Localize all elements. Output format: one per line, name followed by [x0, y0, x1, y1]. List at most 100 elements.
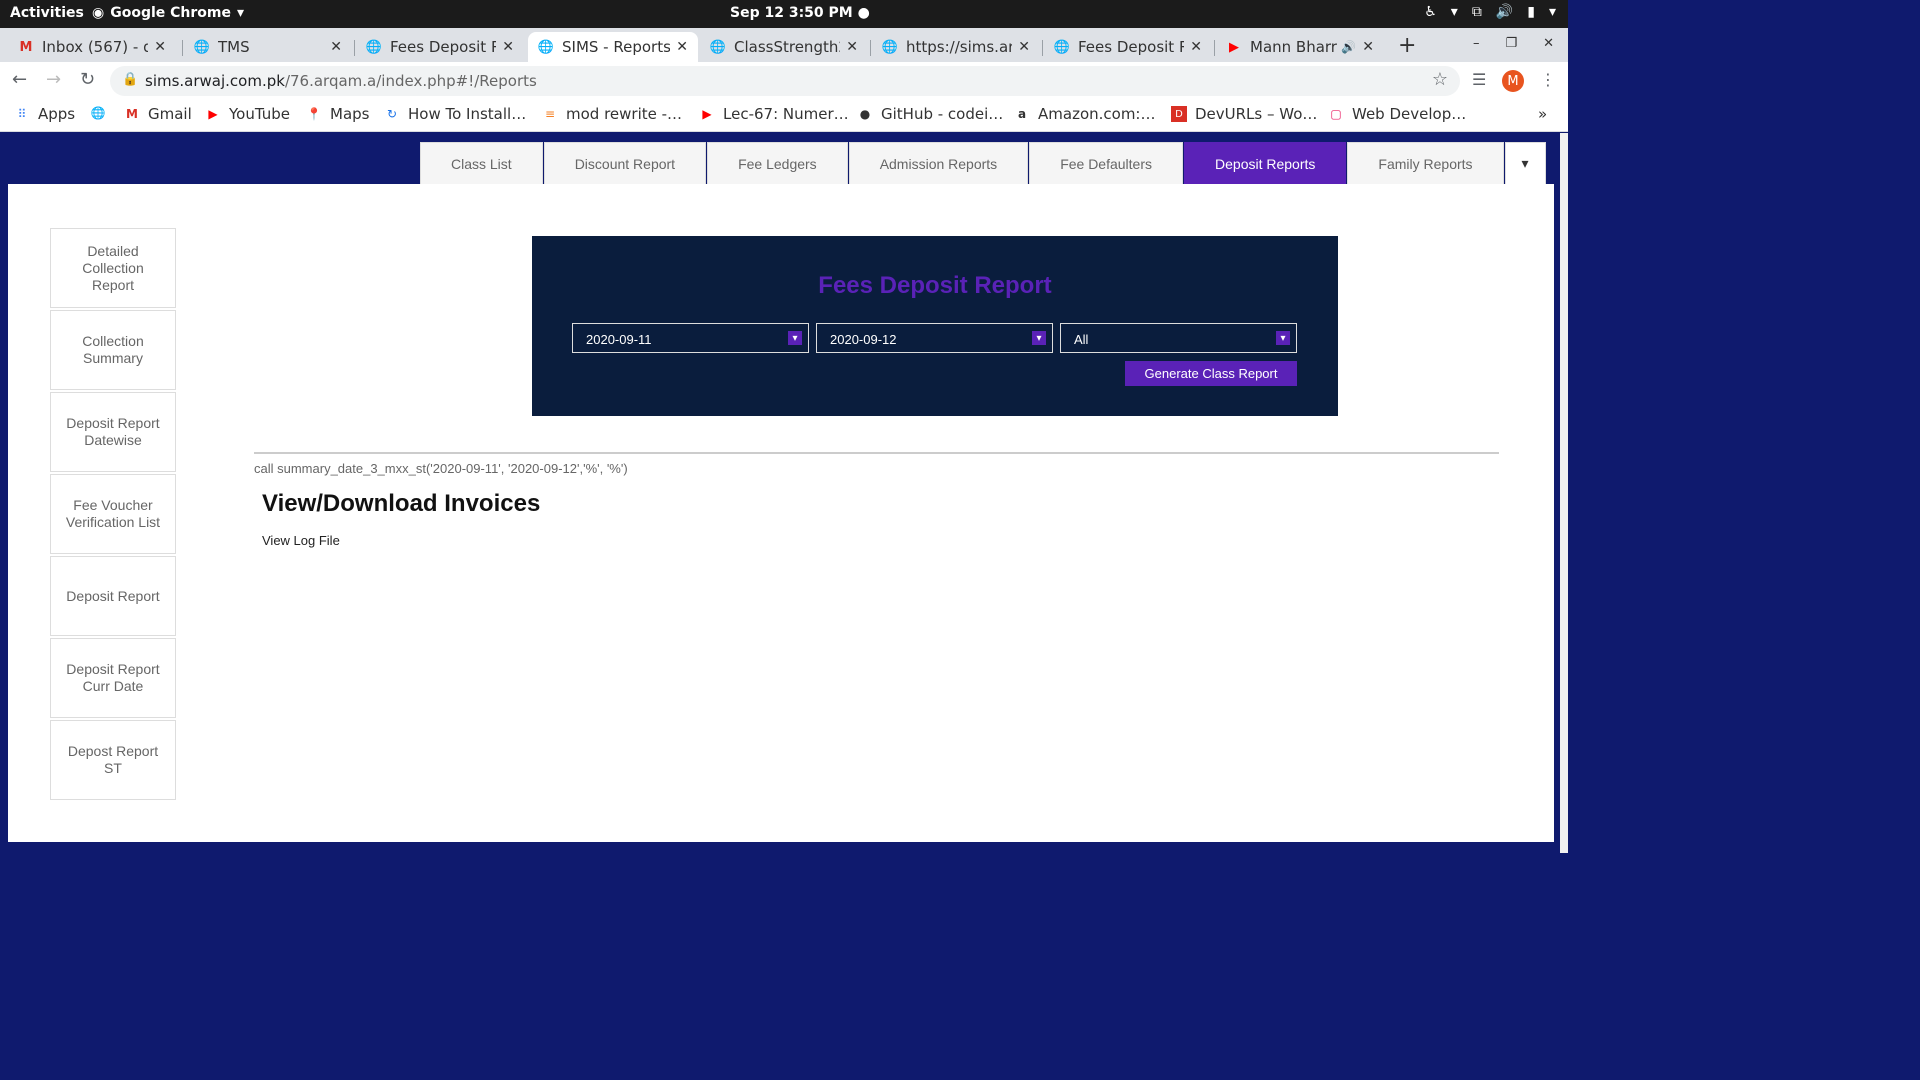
more-menu-icon[interactable]: ⋮ — [1540, 70, 1556, 89]
gmail-icon: M — [126, 107, 138, 121]
network-icon[interactable]: ⧉ — [1472, 4, 1482, 20]
devurls-icon: D — [1171, 106, 1187, 122]
close-icon[interactable]: ✕ — [1018, 39, 1030, 55]
bookmark-lec67[interactable]: ▶ Lec-67: Numer… — [699, 105, 848, 123]
close-icon[interactable]: ✕ — [330, 39, 342, 55]
tab-title: https://sims.ar — [906, 38, 1013, 56]
from-date-select[interactable]: 2020-09-11 ▾ — [572, 323, 809, 353]
sidebar-item-deposit-report-curr-date[interactable]: Deposit Report Curr Date — [50, 638, 176, 718]
activities-button[interactable]: Activities — [10, 5, 84, 21]
maps-pin-icon: 📍 — [306, 107, 322, 121]
tab-title: Fees Deposit R — [1078, 38, 1185, 56]
speaker-icon[interactable]: 🔊 — [1341, 40, 1356, 54]
lock-icon[interactable]: 🔒 — [122, 72, 138, 87]
filter-value: All — [1074, 332, 1089, 347]
browser-tab[interactable]: 🌐 Fees Deposit R ✕ — [356, 32, 524, 62]
battery-icon[interactable]: ▮ — [1527, 4, 1535, 20]
app-menu[interactable]: ◉ Google Chrome ▾ — [92, 5, 244, 21]
bookmarks-bar: ⠿ Apps 🌐 M Gmail ▶ YouTube 📍 Maps ↻ How To In… — [0, 100, 1568, 132]
tabs-dropdown-icon[interactable]: ▾ — [1504, 142, 1546, 184]
divider — [254, 452, 1499, 454]
sidebar-item-deposit-report-datewise[interactable]: Deposit Report Datewise — [50, 392, 176, 472]
report-title: Fees Deposit Report — [818, 272, 1052, 299]
media-control-icon[interactable]: ☰ — [1472, 70, 1486, 89]
restore-icon[interactable]: ❐ — [1505, 36, 1517, 51]
sidebar-item-fee-voucher-verification[interactable]: Fee Voucher Verification List — [50, 474, 176, 554]
accessibility-icon[interactable]: ♿ — [1424, 4, 1437, 20]
new-tab-button[interactable]: + — [1398, 33, 1416, 58]
volume-icon[interactable]: 🔊 — [1496, 4, 1513, 20]
app-name: Google Chrome — [110, 5, 231, 21]
tab-strip: M Inbox (567) - dc ✕ 🌐 TMS ✕ 🌐 Fees Depo… — [0, 28, 1568, 62]
browser-tab[interactable]: ▶ Mann Bharr 🔊 ✕ — [1216, 32, 1384, 62]
tab-admission-reports[interactable]: Admission Reports — [848, 142, 1029, 184]
clock[interactable]: Sep 12 3:50 PM ● — [730, 5, 870, 21]
bookmark-how-to-install[interactable]: ↻ How To Install… — [384, 105, 526, 123]
profile-avatar[interactable]: M — [1502, 70, 1524, 92]
browser-tab[interactable]: 🌐 https://sims.ar ✕ — [872, 32, 1040, 62]
close-icon[interactable]: ✕ — [1190, 39, 1202, 55]
tab-deposit-reports[interactable]: Deposit Reports — [1184, 142, 1347, 184]
sidebar-item-deposit-report[interactable]: Deposit Report — [50, 556, 176, 636]
globe-icon: 🌐 — [193, 39, 211, 55]
view-log-file-link[interactable]: View Log File — [262, 533, 340, 548]
system-tray[interactable]: ♿ ▾ ⧉ 🔊 ▮ ▾ — [1424, 4, 1556, 20]
sidebar-item-detailed-collection-report[interactable]: Detailed Collection Report — [50, 228, 176, 308]
close-icon[interactable]: ✕ — [154, 39, 166, 55]
filter-select[interactable]: All ▾ — [1060, 323, 1297, 353]
github-icon: ● — [859, 107, 871, 121]
browser-tab[interactable]: 🌐 TMS ✕ — [184, 32, 352, 62]
browser-tab[interactable]: M Inbox (567) - dc ✕ — [8, 32, 176, 62]
tab-fee-ledgers[interactable]: Fee Ledgers — [707, 142, 848, 184]
minimize-icon[interactable]: – — [1473, 36, 1480, 51]
chevron-down-icon: ▾ — [1548, 4, 1556, 20]
bookmark-devurls[interactable]: D DevURLs – Wo… — [1171, 105, 1317, 123]
close-window-icon[interactable]: ✕ — [1543, 36, 1554, 51]
tab-separator — [870, 40, 871, 56]
close-icon[interactable]: ✕ — [502, 39, 514, 55]
close-icon[interactable]: ✕ — [676, 39, 688, 55]
tab-fee-defaulters[interactable]: Fee Defaulters — [1029, 142, 1184, 184]
bookmark-globe[interactable]: 🌐 — [90, 105, 106, 121]
bookmark-star-icon[interactable]: ☆ — [1432, 69, 1448, 90]
youtube-icon: ▶ — [1229, 39, 1239, 55]
close-icon[interactable]: ✕ — [1362, 39, 1374, 55]
tab-family-reports[interactable]: Family Reports — [1347, 142, 1504, 184]
browser-tab[interactable]: 🌐 Fees Deposit R ✕ — [1044, 32, 1212, 62]
tab-separator — [1042, 40, 1043, 56]
bookmark-maps[interactable]: 📍 Maps — [306, 105, 370, 123]
to-date-select[interactable]: 2020-09-12 ▾ — [816, 323, 1053, 353]
bookmark-github[interactable]: ● GitHub - codei… — [857, 105, 1004, 123]
generate-class-report-button[interactable]: Generate Class Report — [1125, 361, 1297, 386]
bookmark-gmail[interactable]: M Gmail — [124, 105, 192, 123]
report-nav-tabs: Class List Discount Report Fee Ledgers A… — [420, 142, 1547, 184]
invoices-heading: View/Download Invoices — [262, 490, 541, 517]
bookmark-youtube[interactable]: ▶ YouTube — [205, 105, 290, 123]
chevron-down-icon: ▾ — [1276, 331, 1290, 345]
side-menu: Detailed Collection Report Collection Su… — [50, 228, 176, 802]
globe-icon: 🌐 — [1053, 39, 1071, 55]
bookmark-apps[interactable]: ⠿ Apps — [14, 105, 76, 123]
browser-tab[interactable]: 🌐 ClassStrength2 ✕ — [700, 32, 868, 62]
sidebar-item-depost-report-st[interactable]: Depost Report ST — [50, 720, 176, 800]
back-arrow-icon[interactable]: ← — [12, 69, 27, 90]
chrome-icon: ◉ — [92, 5, 105, 21]
reload-icon[interactable]: ↻ — [80, 69, 95, 90]
bookmark-amazon[interactable]: a Amazon.com:… — [1014, 105, 1156, 123]
tab-title: ClassStrength2 — [734, 38, 841, 56]
from-date-value: 2020-09-11 — [586, 332, 652, 347]
tab-class-list[interactable]: Class List — [420, 142, 543, 184]
sidebar-item-collection-summary[interactable]: Collection Summary — [50, 310, 176, 390]
page-scrollbar[interactable] — [1560, 133, 1568, 853]
bookmark-web-develop[interactable]: ▢ Web Develop… — [1328, 105, 1466, 123]
browser-tab-active[interactable]: 🌐 SIMS - Reports ✕ — [528, 32, 698, 62]
forward-arrow-icon[interactable]: → — [46, 69, 61, 90]
chevron-down-icon: ▾ — [1450, 4, 1458, 20]
tab-title: Fees Deposit R — [390, 38, 497, 56]
tab-discount-report[interactable]: Discount Report — [543, 142, 707, 184]
globe-icon: 🌐 — [709, 39, 727, 55]
bookmark-mod-rewrite[interactable]: ≡ mod rewrite -… — [542, 105, 682, 123]
more-bookmarks-icon[interactable]: » — [1538, 105, 1547, 123]
address-bar[interactable]: 🔒 sims.arwaj.com.pk/76.arqam.a/index.php… — [110, 66, 1460, 96]
close-icon[interactable]: ✕ — [846, 39, 858, 55]
